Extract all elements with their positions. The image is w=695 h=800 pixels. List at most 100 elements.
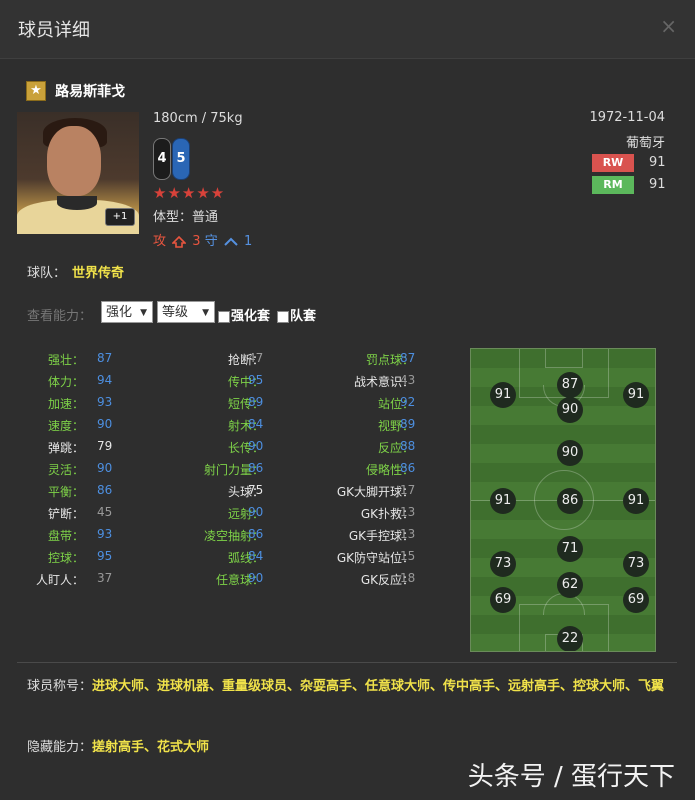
level-select[interactable]: 等级 ▼: [157, 301, 215, 323]
stat-name: 盘带：: [47, 529, 84, 543]
nationality: 葡萄牙: [625, 136, 665, 151]
stat-value: 37: [97, 571, 113, 585]
player-detail-modal: 球员详细 × ★ 路易斯菲戈 +1 180cm / 75kg 4 5 ★★★★★…: [0, 0, 695, 800]
player-face: [47, 126, 101, 196]
pitch-rating: 73: [490, 551, 516, 577]
stat-name: 体力：: [47, 375, 84, 389]
stat-value: 18: [400, 571, 416, 585]
team-label: 球队：: [27, 266, 67, 281]
stat-value: 90: [248, 505, 264, 519]
stat-name: 速度：: [47, 419, 84, 433]
position-badge: RM: [592, 176, 634, 194]
pitch-rating: 69: [623, 587, 649, 613]
stat-name: 平衡：: [47, 485, 84, 499]
attack-label: 攻: [153, 234, 167, 249]
stat-value: 95: [97, 549, 113, 563]
stat-name: 弹跳：: [47, 441, 84, 455]
pitch-rating: 87: [557, 372, 583, 398]
stat-name: 铲断：: [47, 507, 84, 521]
stat-value: 92: [400, 395, 416, 409]
level-select-value: 等级: [162, 305, 189, 320]
stat-value: 93: [97, 395, 113, 409]
stat-value: 45: [97, 505, 113, 519]
hidden-abilities-value: 搓射高手、花式大师: [92, 740, 210, 755]
pitch-rating: 91: [490, 488, 516, 514]
stat-value: 90: [97, 417, 113, 431]
pitch-rating: 91: [490, 382, 516, 408]
hidden-abilities: 隐藏能力：搓射高手、花式大师: [27, 736, 209, 755]
traits-value: 进球大师、进球机器、重量级球员、杂耍高手、任意球大师、传中高手、远射高手、控球大…: [92, 679, 665, 694]
stat-value: 90: [248, 439, 264, 453]
stat-value: 90: [97, 461, 113, 475]
stat-value: 87: [97, 351, 113, 365]
stat-value: 84: [248, 417, 264, 431]
position-row: RW 91: [592, 154, 672, 172]
stat-value: 87: [400, 351, 416, 365]
stat-value: 79: [97, 439, 113, 453]
stat-value: 84: [248, 549, 264, 563]
pitch-rating: 62: [557, 572, 583, 598]
pitch-rating: 91: [623, 382, 649, 408]
position-badge: RW: [592, 154, 634, 172]
stat-name: 人盯人：: [35, 573, 84, 587]
stat-value: 94: [97, 373, 113, 387]
checkbox-icon: [277, 310, 289, 323]
stat-value: 89: [400, 417, 416, 431]
chevron-down-icon: ▼: [202, 308, 209, 318]
stat-name: 强壮：: [47, 353, 84, 367]
position-row: RM 91: [592, 176, 672, 194]
stat-value: 88: [400, 439, 416, 453]
player-name-row: ★ 路易斯菲戈: [26, 80, 125, 102]
player-name: 路易斯菲戈: [55, 83, 126, 100]
stat-value: 89: [248, 395, 264, 409]
defense-label: 守: [204, 234, 218, 249]
ability-filter-label: 查看能力：: [27, 309, 93, 324]
player-collar: [57, 196, 97, 210]
close-icon[interactable]: ×: [660, 14, 677, 38]
attack-arrow-icon: [171, 235, 188, 248]
stat-name: 加速：: [47, 397, 84, 411]
chevron-down-icon: ▼: [140, 308, 147, 318]
strong-foot-icon: 5: [172, 138, 190, 180]
stat-value: 17: [400, 483, 416, 497]
pitch-rating: 90: [557, 397, 583, 423]
team-name[interactable]: 世界传奇: [72, 266, 124, 281]
team-set-checkbox[interactable]: 队套: [277, 305, 316, 324]
enhance-select-value: 强化: [106, 305, 133, 320]
stat-value: 75: [248, 483, 264, 497]
enhance-select[interactable]: 强化 ▼: [101, 301, 153, 323]
pitch-rating: 90: [557, 440, 583, 466]
stat-value: 90: [248, 571, 264, 585]
hidden-abilities-label: 隐藏能力：: [27, 740, 93, 755]
divider: [17, 662, 677, 663]
traits-label: 球员称号：: [27, 679, 93, 694]
enhance-set-label: 强化套: [231, 309, 271, 324]
defense-value: 1: [244, 234, 253, 249]
pitch-rating: 73: [623, 551, 649, 577]
birth-date: 1972-11-04: [589, 110, 665, 125]
stat-value: 15: [400, 549, 416, 563]
height-weight: 180cm / 75kg: [153, 111, 243, 126]
enhance-badge: +1: [105, 208, 135, 226]
stat-value: 93: [97, 527, 113, 541]
defense-arrow-icon: [224, 237, 238, 246]
modal-title: 球员详细: [18, 20, 90, 41]
pitch-rating: 91: [623, 488, 649, 514]
stat-value: 86: [400, 461, 416, 475]
work-rate: 攻 3 守 1: [153, 230, 252, 249]
stat-value: 13: [400, 527, 416, 541]
stat-name: 控球：: [47, 551, 84, 565]
checkbox-icon: [218, 310, 230, 323]
position-rating: 91: [649, 177, 666, 192]
stat-value: 86: [97, 483, 113, 497]
pitch-rating: 22: [557, 626, 583, 651]
watermark: 头条号 / 蛋行天下: [467, 762, 675, 792]
top-goal-box: [545, 349, 583, 368]
player-traits: 球员称号：进球大师、进球机器、重量级球员、杂耍高手、任意球大师、传中高手、远射高…: [27, 676, 667, 697]
star-icon: ★: [26, 80, 46, 101]
weak-foot-icon: 4: [153, 138, 171, 180]
team-row: 球队： 世界传奇: [27, 262, 124, 281]
enhance-set-checkbox[interactable]: 强化套: [218, 305, 270, 324]
attack-value: 3: [192, 234, 201, 249]
pitch-rating: 86: [557, 488, 583, 514]
